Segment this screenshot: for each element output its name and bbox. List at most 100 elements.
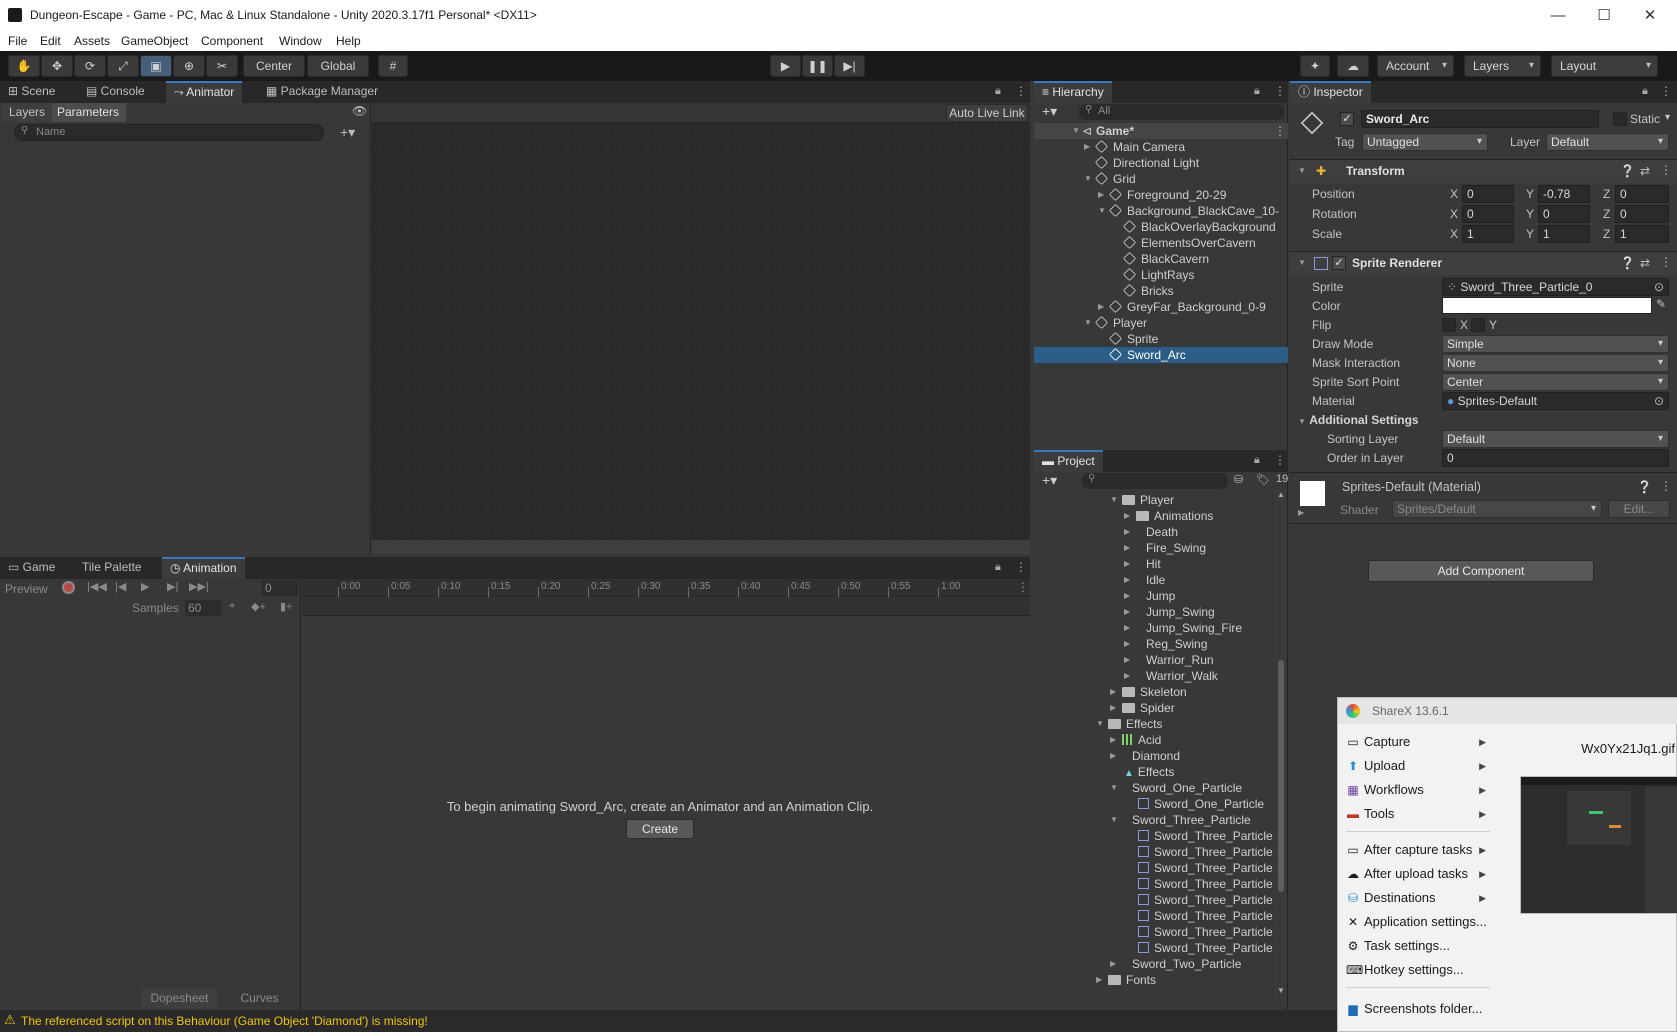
sharex-destinations[interactable]: ⛁ Destinations ▶ bbox=[1338, 887, 1490, 909]
lock-icon[interactable]: 🔒︎ bbox=[995, 561, 1001, 574]
grid-snap-icon[interactable]: # bbox=[378, 55, 408, 77]
menu-assets[interactable]: Assets bbox=[74, 34, 110, 48]
scroll-up-icon[interactable]: ▲ bbox=[1277, 490, 1285, 499]
eye-icon[interactable]: 👁︎ bbox=[352, 104, 367, 118]
panel-menu-icon[interactable]: ⋮ bbox=[1660, 84, 1672, 98]
custom-tool-icon[interactable]: ✂ bbox=[206, 55, 238, 77]
hierarchy-item-selected[interactable]: Sword_Arc bbox=[1034, 347, 1288, 363]
help-icon[interactable]: ❔ bbox=[1637, 480, 1652, 494]
project-sprite[interactable]: Sword_Three_Particle bbox=[1138, 844, 1273, 860]
menu-gameobject[interactable]: GameObject bbox=[121, 34, 188, 48]
parameter-search-field[interactable]: ⚲ Name bbox=[14, 124, 324, 141]
scale-tool-icon[interactable]: ⤢ bbox=[107, 55, 139, 77]
curves-tab[interactable]: Curves bbox=[222, 988, 297, 1008]
layout-dropdown[interactable]: Layout bbox=[1551, 55, 1658, 77]
scene-row[interactable]: ▼ ⊲ Game* ⋮ bbox=[1034, 123, 1288, 139]
sharex-after-capture[interactable]: ▭ After capture tasks ▶ bbox=[1338, 839, 1490, 861]
account-dropdown[interactable]: Account bbox=[1377, 55, 1454, 77]
parameters-tab[interactable]: Parameters bbox=[52, 103, 126, 122]
hierarchy-item[interactable]: ElementsOverCavern bbox=[1122, 235, 1256, 251]
layer-dropdown[interactable]: Default bbox=[1546, 133, 1669, 151]
first-keyframe-icon[interactable]: |◀◀ bbox=[87, 580, 107, 593]
project-add-button[interactable]: +▾ bbox=[1042, 472, 1057, 489]
move-tool-icon[interactable]: ✥ bbox=[41, 55, 73, 77]
sharex-thumbnail[interactable] bbox=[1520, 776, 1677, 914]
animator-graph[interactable]: Auto Live Link bbox=[372, 103, 1030, 554]
project-sprite[interactable]: Sword_Three_Particle bbox=[1138, 828, 1273, 844]
component-menu-icon[interactable]: ⋮ bbox=[1660, 255, 1672, 269]
hierarchy-item[interactable]: BlackCavern bbox=[1122, 251, 1209, 267]
space-toggle[interactable]: Global bbox=[307, 55, 369, 77]
filter-label-icon[interactable]: 🏷︎ bbox=[1256, 473, 1270, 486]
sharex-tools[interactable]: ▬ Tools ▶ bbox=[1338, 803, 1490, 825]
lock-icon[interactable]: 🔒︎ bbox=[995, 85, 1001, 98]
project-sprite[interactable]: Sword_Three_Particle bbox=[1138, 892, 1273, 908]
sharex-screenshots-folder[interactable]: ▆ Screenshots folder... bbox=[1338, 998, 1490, 1020]
pivot-toggle[interactable]: Center bbox=[243, 55, 305, 77]
edit-shader-button[interactable]: Edit... bbox=[1608, 500, 1670, 518]
scale-y-field[interactable]: 1 bbox=[1538, 225, 1590, 243]
create-animation-button[interactable]: Create bbox=[626, 819, 694, 839]
help-icon[interactable]: ❔ bbox=[1620, 256, 1635, 270]
layers-tab[interactable]: Layers bbox=[2, 103, 52, 122]
record-icon[interactable] bbox=[62, 581, 75, 594]
preset-icon[interactable]: ⇄ bbox=[1640, 256, 1650, 270]
sharex-upload[interactable]: ⬆ Upload ▶ bbox=[1338, 755, 1490, 777]
scroll-thumb[interactable] bbox=[1278, 660, 1284, 892]
cloud-icon[interactable]: ☁ bbox=[1337, 55, 1369, 77]
hierarchy-item[interactable]: Directional Light bbox=[1094, 155, 1199, 171]
sprite-renderer-enabled-checkbox[interactable]: ✓ bbox=[1332, 256, 1346, 270]
position-x-field[interactable]: 0 bbox=[1462, 185, 1514, 203]
position-z-field[interactable]: 0 bbox=[1615, 185, 1669, 203]
rotation-x-field[interactable]: 0 bbox=[1462, 205, 1514, 223]
rotate-tool-icon[interactable]: ⟳ bbox=[74, 55, 106, 77]
project-asset[interactable]: ▲ Effects bbox=[1124, 764, 1174, 780]
transform-tool-icon[interactable]: ⊕ bbox=[173, 55, 205, 77]
add-event-icon[interactable]: ▮+ bbox=[280, 600, 292, 613]
panel-menu-icon[interactable]: ⋮ bbox=[1274, 84, 1286, 98]
menu-file[interactable]: File bbox=[8, 34, 27, 48]
transform-header[interactable]: ▼ ✚ Transform ❔ ⇄ ⋮ bbox=[1290, 159, 1677, 183]
sharex-workflows[interactable]: ▦ Workflows ▶ bbox=[1338, 779, 1490, 801]
auto-live-link-button[interactable]: Auto Live Link bbox=[946, 104, 1028, 122]
play-button[interactable]: ▶ bbox=[770, 55, 801, 77]
sharex-after-upload[interactable]: ☁ After upload tasks ▶ bbox=[1338, 863, 1490, 885]
hierarchy-item[interactable]: BlackOverlayBackground bbox=[1122, 219, 1276, 235]
component-menu-icon[interactable]: ⋮ bbox=[1660, 479, 1672, 493]
rotation-z-field[interactable]: 0 bbox=[1615, 205, 1669, 223]
hierarchy-add-button[interactable]: +▾ bbox=[1042, 103, 1057, 120]
rotation-y-field[interactable]: 0 bbox=[1538, 205, 1590, 223]
sprite-renderer-header[interactable]: ▼ ✓ Sprite Renderer ❔ ⇄ ⋮ bbox=[1290, 251, 1677, 275]
dopesheet-tab[interactable]: Dopesheet bbox=[142, 988, 217, 1008]
maximize-button[interactable]: ☐ bbox=[1581, 4, 1627, 28]
last-keyframe-icon[interactable]: ▶▶| bbox=[189, 580, 209, 593]
scene-menu-icon[interactable]: ⋮ bbox=[1274, 123, 1286, 139]
tab-animation[interactable]: ◷ Animation bbox=[162, 557, 245, 579]
flip-y-checkbox[interactable] bbox=[1471, 318, 1485, 332]
draw-mode-dropdown[interactable]: Simple bbox=[1442, 335, 1669, 353]
panel-menu-icon[interactable]: ⋮ bbox=[1015, 560, 1027, 574]
prev-keyframe-icon[interactable]: |◀ bbox=[115, 580, 126, 593]
hierarchy-item[interactable]: Bricks bbox=[1122, 283, 1174, 299]
component-menu-icon[interactable]: ⋮ bbox=[1660, 163, 1672, 177]
menu-component[interactable]: Component bbox=[201, 34, 263, 48]
lock-icon[interactable]: 🔒︎ bbox=[1254, 85, 1260, 98]
scale-z-field[interactable]: 1 bbox=[1615, 225, 1669, 243]
project-sprite[interactable]: Sword_Three_Particle bbox=[1138, 876, 1273, 892]
filter-type-icon[interactable]: ⛁ bbox=[1234, 473, 1243, 486]
hidden-packages-count[interactable]: 19 bbox=[1276, 473, 1288, 485]
order-in-layer-field[interactable]: 0 bbox=[1442, 449, 1669, 467]
add-parameter-button[interactable]: +▾ bbox=[340, 124, 355, 141]
static-checkbox[interactable] bbox=[1613, 112, 1627, 126]
material-field[interactable]: ● Sprites-Default ⊙ bbox=[1442, 392, 1669, 410]
hierarchy-search-field[interactable]: ⚲ All bbox=[1079, 104, 1284, 120]
sorting-layer-dropdown[interactable]: Default bbox=[1442, 430, 1669, 448]
collab-icon[interactable]: ✦ bbox=[1300, 55, 1330, 77]
add-event-keyframe-icon[interactable]: ◆+ bbox=[251, 600, 266, 613]
play-animation-icon[interactable]: ▶ bbox=[141, 580, 149, 593]
sharex-task-settings[interactable]: ⚙ Task settings... bbox=[1338, 935, 1490, 957]
lock-icon[interactable]: 🔒︎ bbox=[1642, 85, 1648, 98]
static-dropdown-icon[interactable]: ▾ bbox=[1665, 112, 1670, 123]
add-keyframe-icon[interactable]: ⌖ bbox=[229, 600, 235, 613]
preview-toggle[interactable]: Preview bbox=[5, 582, 48, 596]
